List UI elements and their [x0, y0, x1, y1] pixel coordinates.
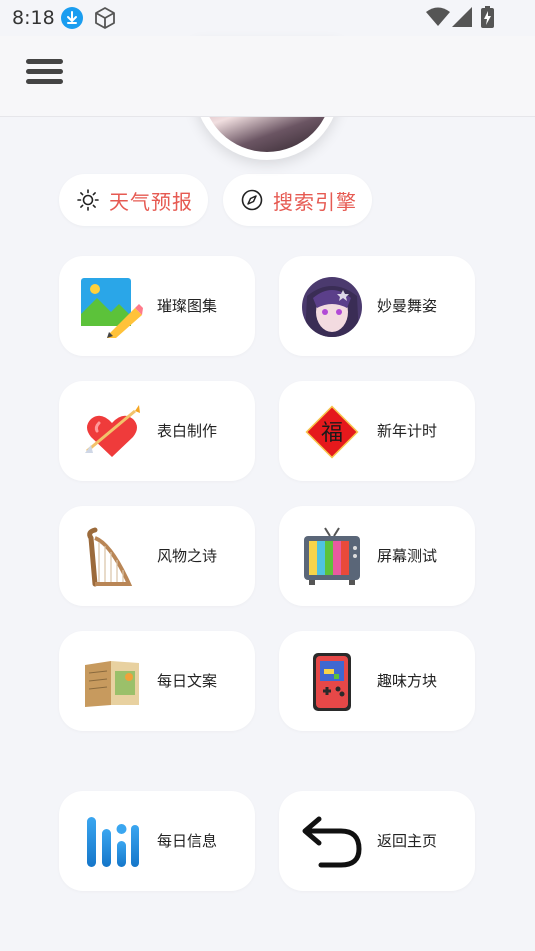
card-fun-blocks-label: 趣味方块 — [377, 672, 438, 690]
battery-icon — [481, 6, 494, 28]
status-time: 8:18 — [12, 7, 55, 29]
wifi-icon — [426, 7, 450, 26]
anime-avatar-icon — [302, 277, 362, 337]
handheld-game-icon — [313, 653, 351, 711]
book-icon — [85, 661, 139, 707]
gallery-pencil-icon — [81, 278, 143, 338]
menu-icon[interactable] — [26, 59, 63, 89]
svg-text:福: 福 — [321, 421, 343, 446]
card-fun-blocks[interactable]: 趣味方块 — [279, 631, 475, 731]
card-poetry[interactable]: 风物之诗 — [59, 506, 255, 606]
signal-icon — [452, 7, 472, 27]
heart-arrow-icon — [85, 405, 140, 457]
cube-icon — [95, 7, 115, 29]
search-engine-button[interactable]: 搜索引擎 — [223, 174, 372, 226]
card-screen-test-label: 屏幕测试 — [377, 547, 438, 565]
card-screen-test[interactable]: 屏幕测试 — [279, 506, 475, 606]
card-poetry-label: 风物之诗 — [157, 547, 218, 565]
retro-tv-icon — [304, 527, 360, 585]
sun-icon — [77, 189, 99, 211]
download-icon — [61, 7, 83, 29]
card-new-year-timer[interactable]: 福 新年计时 — [279, 381, 475, 481]
compass-icon — [241, 189, 263, 211]
fu-character-icon: 福 — [305, 405, 359, 459]
weather-forecast-button[interactable]: 天气预报 — [59, 174, 208, 226]
card-daily-info[interactable]: 每日信息 — [59, 791, 255, 891]
card-daily-info-label: 每日信息 — [157, 832, 218, 850]
card-gallery-label: 璀璨图集 — [157, 297, 218, 315]
card-dance-label: 妙曼舞姿 — [377, 297, 438, 315]
card-gallery[interactable]: 璀璨图集 — [59, 256, 255, 356]
return-arrow-icon — [302, 816, 362, 868]
card-return-home-label: 返回主页 — [377, 832, 438, 850]
card-new-year-timer-label: 新年计时 — [377, 422, 438, 440]
card-confession[interactable]: 表白制作 — [59, 381, 255, 481]
card-daily-quotes[interactable]: 每日文案 — [59, 631, 255, 731]
search-engine-label: 搜索引擎 — [273, 189, 357, 214]
weather-forecast-label: 天气预报 — [109, 189, 193, 214]
bars-logo-icon — [87, 817, 139, 867]
harp-icon — [87, 527, 133, 587]
card-return-home[interactable]: 返回主页 — [279, 791, 475, 891]
card-daily-quotes-label: 每日文案 — [157, 672, 218, 690]
top-app-bar — [0, 36, 535, 117]
status-bar: 8:18 — [0, 0, 535, 36]
card-dance[interactable]: 妙曼舞姿 — [279, 256, 475, 356]
card-confession-label: 表白制作 — [157, 422, 218, 440]
